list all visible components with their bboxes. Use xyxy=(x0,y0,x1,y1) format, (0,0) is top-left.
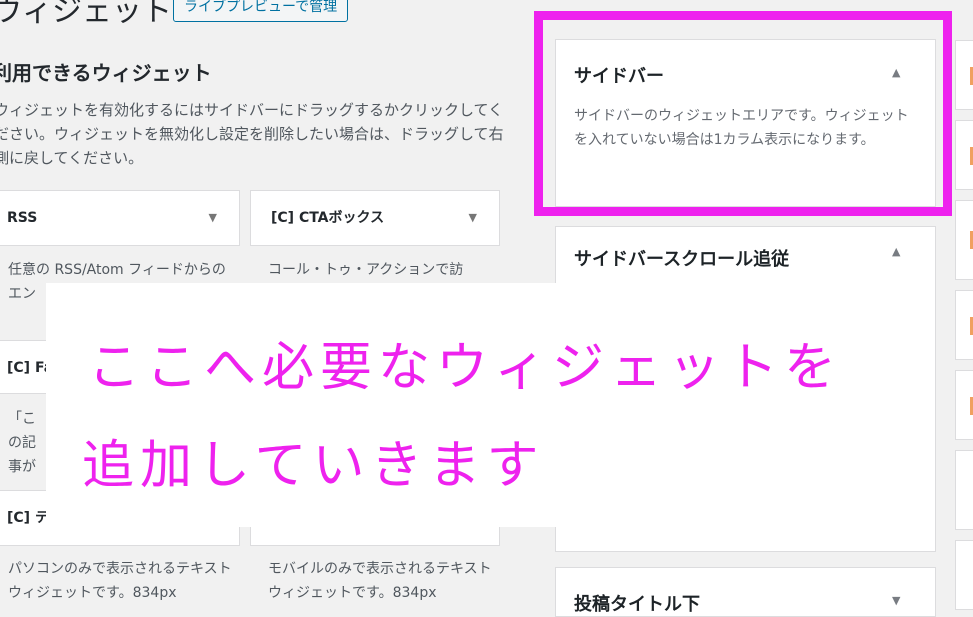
highlight-box xyxy=(534,11,952,216)
widget-cta-box[interactable]: [C] CTAボックス ▼ xyxy=(250,190,500,246)
page-title: ウィジェット xyxy=(0,0,172,29)
sidebar-area-collapsed[interactable] xyxy=(955,120,973,190)
annotation-line-2: 追加していきます xyxy=(82,436,545,496)
chevron-down-icon[interactable]: ▼ xyxy=(209,191,217,245)
widget-description: パソコンのみで表示されるテキストウィジェットです。834px xyxy=(8,561,232,601)
available-widgets-description: ウィジェットを有効化するにはサイドバーにドラッグするかクリックしてください。ウィ… xyxy=(0,101,504,167)
widget-description: コール・トゥ・アクションで訪 xyxy=(268,262,464,278)
sidebar-area-collapsed[interactable] xyxy=(955,540,973,610)
sidebar-area-collapsed[interactable] xyxy=(955,370,973,440)
sidebar-area-below-title[interactable]: 投稿タイトル下 ▼ xyxy=(555,567,936,617)
widget-name: [C] CTAボックス xyxy=(271,210,385,226)
widget-rss[interactable]: RSS ▼ xyxy=(0,190,240,246)
widget-description: 「この記事が気に入ったら ね！しよう。」ボックスを表示しま す。 xyxy=(8,411,36,475)
available-widgets-title: 利用できるウィジェット xyxy=(0,61,212,85)
live-preview-button[interactable]: ライブプレビューで管理 xyxy=(173,0,349,22)
chevron-down-icon[interactable]: ▼ xyxy=(469,191,477,245)
collapse-icon[interactable]: ▲ xyxy=(892,245,900,258)
sidebar-area-collapsed[interactable] xyxy=(955,290,973,360)
widget-description: モバイルのみで表示されるテキストウィジェットです。834px xyxy=(268,561,492,601)
widget-name: RSS xyxy=(7,210,38,226)
widget-name: [C] テ xyxy=(7,510,49,526)
annotation-overlay: ここへ必要なウィジェットを 追加していきます xyxy=(46,283,908,527)
sidebar-area-collapsed[interactable] xyxy=(955,200,973,280)
annotation-line-1: ここへ必要なウィジェットを xyxy=(88,338,843,398)
sidebar-area-collapsed[interactable] xyxy=(955,40,973,110)
sidebar-area-collapsed[interactable] xyxy=(955,450,973,530)
sidebar-title: サイドバースクロール追従 xyxy=(574,249,790,270)
sidebar-title: 投稿タイトル下 xyxy=(574,594,700,615)
